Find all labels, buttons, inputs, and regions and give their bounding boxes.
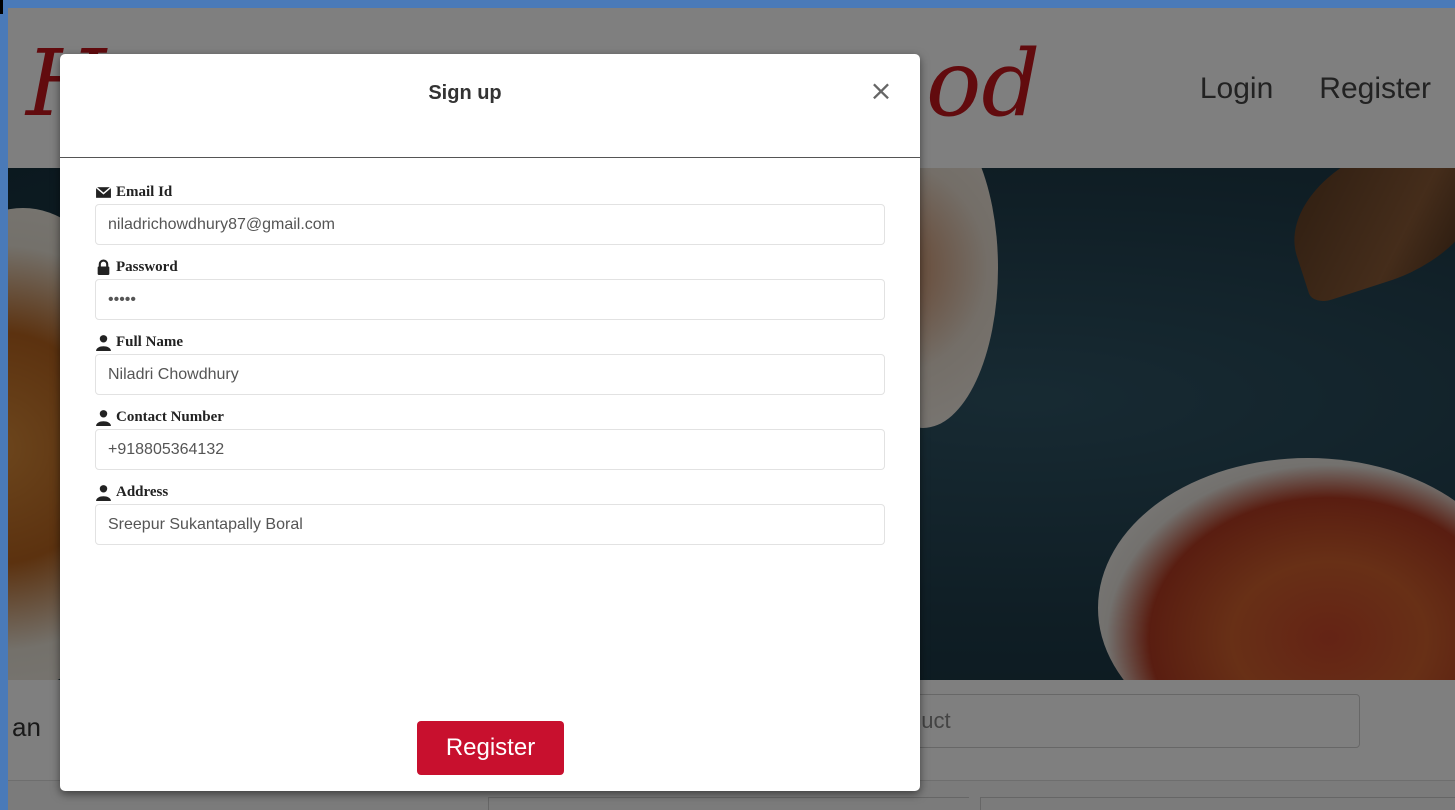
modal-header: Sign up × <box>60 54 920 158</box>
close-button[interactable]: × <box>868 77 894 105</box>
address-label-text: Address <box>116 483 169 500</box>
signup-form: Email Id Password Full Name <box>95 182 885 557</box>
fullname-input[interactable] <box>95 354 885 395</box>
register-button[interactable]: Register <box>417 721 564 775</box>
contact-field-group: Contact Number <box>95 407 885 470</box>
page: H od Login Register an <box>8 8 1455 810</box>
email-input[interactable] <box>95 204 885 245</box>
password-input[interactable] <box>95 279 885 320</box>
fullname-label-text: Full Name <box>116 333 184 350</box>
email-field-group: Email Id <box>95 182 885 245</box>
close-icon: × <box>869 74 893 107</box>
contact-number-input[interactable] <box>95 429 885 470</box>
password-field-group: Password <box>95 257 885 320</box>
address-field-group: Address <box>95 482 885 545</box>
email-label: Email Id <box>95 182 885 202</box>
browser-window: H od Login Register an <box>0 0 1455 810</box>
lock-icon <box>97 259 110 275</box>
fullname-field-group: Full Name <box>95 332 885 395</box>
password-label: Password <box>95 257 885 277</box>
contact-label: Contact Number <box>95 407 885 427</box>
envelope-icon <box>95 186 112 198</box>
contact-label-text: Contact Number <box>116 408 224 425</box>
address-input[interactable] <box>95 504 885 545</box>
window-corner <box>0 0 3 14</box>
modal-title: Sign up <box>428 82 502 104</box>
fullname-label: Full Name <box>95 332 885 352</box>
email-label-text: Email Id <box>116 183 173 200</box>
signup-modal: Sign up × Email Id Password <box>60 54 920 791</box>
address-label: Address <box>95 482 885 502</box>
user-icon <box>96 409 111 426</box>
user-icon <box>96 334 111 351</box>
password-label-text: Password <box>116 258 178 275</box>
user-icon <box>96 484 111 501</box>
